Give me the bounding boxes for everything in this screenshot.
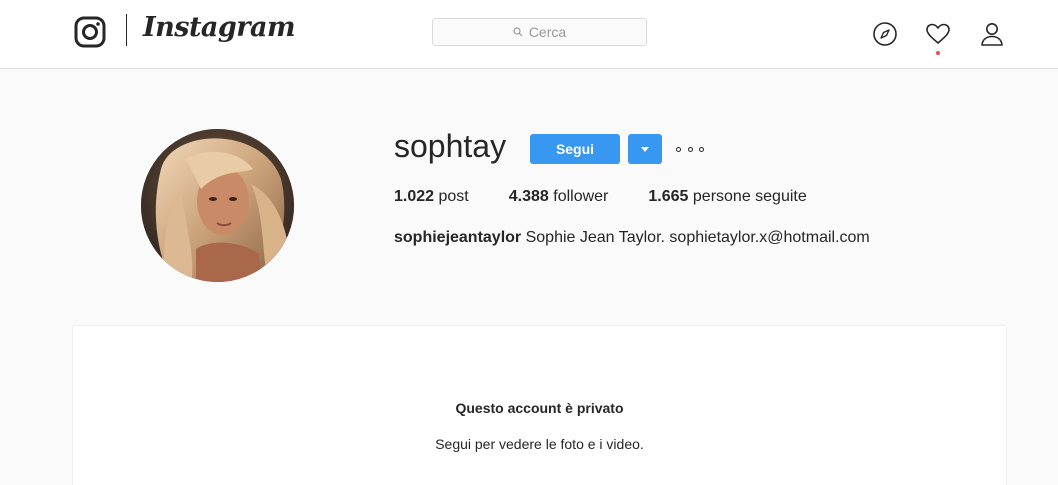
stat-posts: 1.022 post <box>394 188 469 206</box>
caret-down-icon <box>641 146 649 152</box>
profile-avatar <box>141 129 294 282</box>
stat-label: post <box>438 188 469 205</box>
logo-divider <box>126 14 127 46</box>
profile-bio: sophiejeantaylor Sophie Jean Taylor. sop… <box>394 229 870 247</box>
more-dot-icon <box>699 146 704 152</box>
heart-icon[interactable] <box>925 21 951 47</box>
search-icon <box>513 27 523 37</box>
stat-label: follower <box>553 188 609 205</box>
instagram-wordmark[interactable]: Instagram <box>143 12 296 43</box>
search-input[interactable]: Cerca <box>432 18 647 46</box>
profile-bio-text: Sophie Jean Taylor. sophietaylor.x@hotma… <box>525 229 870 246</box>
compass-icon[interactable] <box>872 21 898 47</box>
instagram-glyph-icon[interactable] <box>74 16 106 48</box>
more-dot-icon <box>676 146 681 152</box>
suggestions-dropdown-button[interactable] <box>628 134 662 164</box>
stat-followers[interactable]: 4.388 follower <box>509 188 609 206</box>
stat-following[interactable]: 1.665 persone seguite <box>648 188 806 206</box>
private-account-subtitle: Segui per vedere le foto e i video. <box>435 436 644 452</box>
user-icon[interactable] <box>979 21 1005 47</box>
top-navigation-bar: Instagram Cerca <box>0 0 1058 69</box>
search-placeholder: Cerca <box>528 24 567 40</box>
private-account-title: Questo account è privato <box>455 400 624 416</box>
more-options-button[interactable] <box>676 140 704 158</box>
stat-value: 4.388 <box>508 188 549 205</box>
private-account-card: Questo account è privato Segui per veder… <box>72 325 1007 485</box>
more-dot-icon <box>687 146 693 152</box>
profile-stats: 1.022 post 4.388 follower 1.665 persone … <box>394 188 847 206</box>
profile-full-name: sophiejeantaylor <box>394 229 522 246</box>
stat-value: 1.665 <box>648 188 689 205</box>
stat-value: 1.022 <box>394 188 435 205</box>
profile-username: sophtay <box>394 128 507 164</box>
avatar-photo <box>141 129 294 282</box>
stat-label: persone seguite <box>692 188 807 205</box>
activity-notification-dot <box>936 51 940 55</box>
follow-button[interactable]: Segui <box>530 134 620 164</box>
